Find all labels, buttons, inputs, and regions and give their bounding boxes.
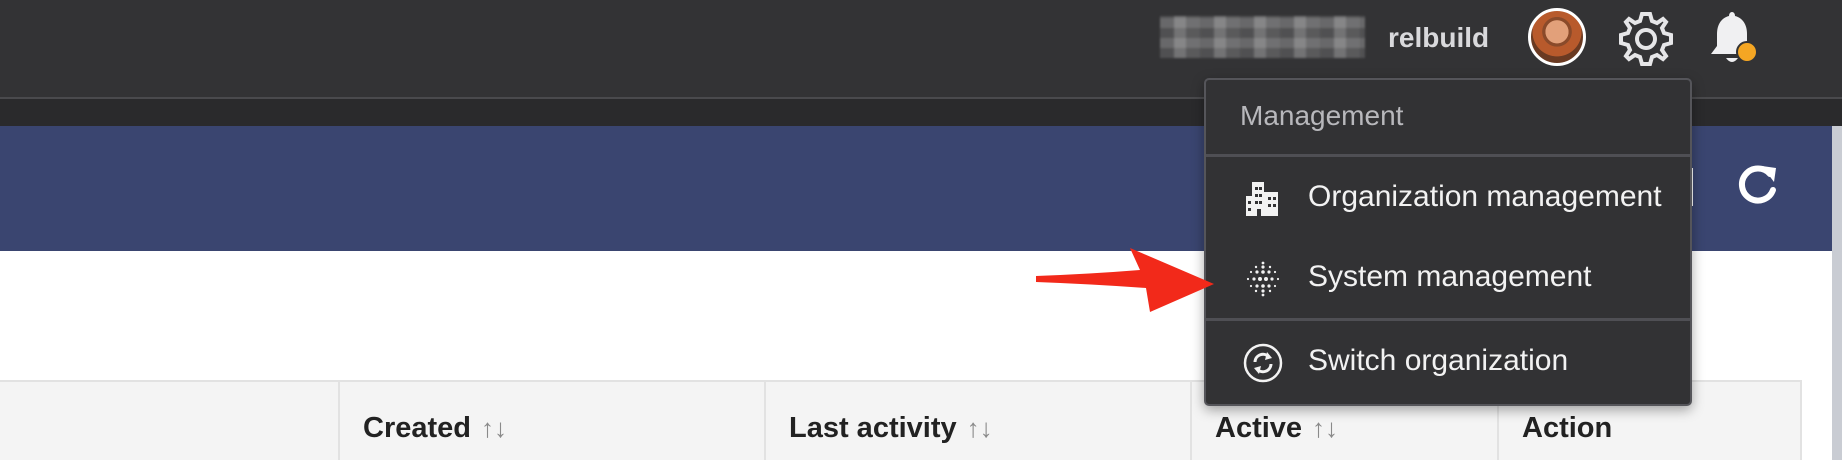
menu-item-system-management[interactable]: System management xyxy=(1206,240,1690,318)
menu-divider xyxy=(1206,154,1690,157)
column-header-active[interactable]: Active ↑↓ xyxy=(1215,412,1338,445)
bell-icon[interactable] xyxy=(1703,8,1761,70)
menu-item-organization-management[interactable]: Organization management xyxy=(1206,160,1690,238)
menu-item-label: Organization management xyxy=(1308,180,1662,213)
menu-divider xyxy=(1206,318,1690,321)
dots-sphere-icon xyxy=(1246,261,1280,297)
column-header-created[interactable]: Created ↑↓ xyxy=(363,412,507,445)
sort-icon[interactable]: ↑↓ xyxy=(967,413,993,443)
switch-icon xyxy=(1243,343,1283,383)
menu-item-switch-organization[interactable]: Switch organization xyxy=(1206,324,1690,402)
username-label[interactable]: relbuild xyxy=(1388,20,1489,56)
sort-icon[interactable]: ↑↓ xyxy=(481,413,507,443)
sort-icon[interactable]: ↑↓ xyxy=(1312,413,1338,443)
menu-item-label: Switch organization xyxy=(1308,344,1569,377)
menu-item-label: System management xyxy=(1308,260,1592,293)
menu-header: Management xyxy=(1240,100,1404,131)
avatar[interactable] xyxy=(1528,8,1586,66)
column-header-last-activity[interactable]: Last activity ↑↓ xyxy=(789,412,993,445)
building-icon xyxy=(1246,182,1278,216)
notification-dot xyxy=(1736,41,1758,63)
annotation-arrow xyxy=(1036,248,1214,312)
redacted-organization-name xyxy=(1160,16,1365,58)
gear-icon[interactable] xyxy=(1615,8,1677,70)
refresh-icon[interactable] xyxy=(1732,160,1782,210)
column-header-action: Action xyxy=(1522,412,1613,444)
